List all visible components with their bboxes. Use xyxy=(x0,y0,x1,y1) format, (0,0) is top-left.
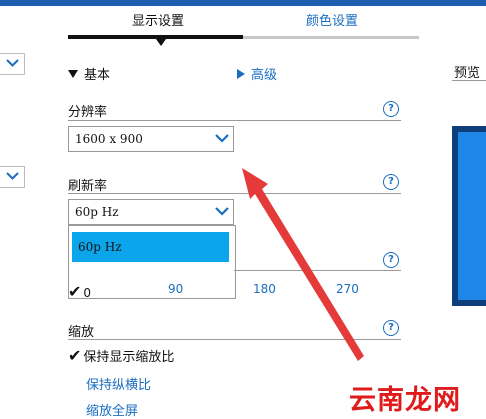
watermark: 云南龙网 xyxy=(349,385,461,416)
annotation-arrow xyxy=(242,168,364,361)
red-arrow-icon xyxy=(242,168,364,361)
